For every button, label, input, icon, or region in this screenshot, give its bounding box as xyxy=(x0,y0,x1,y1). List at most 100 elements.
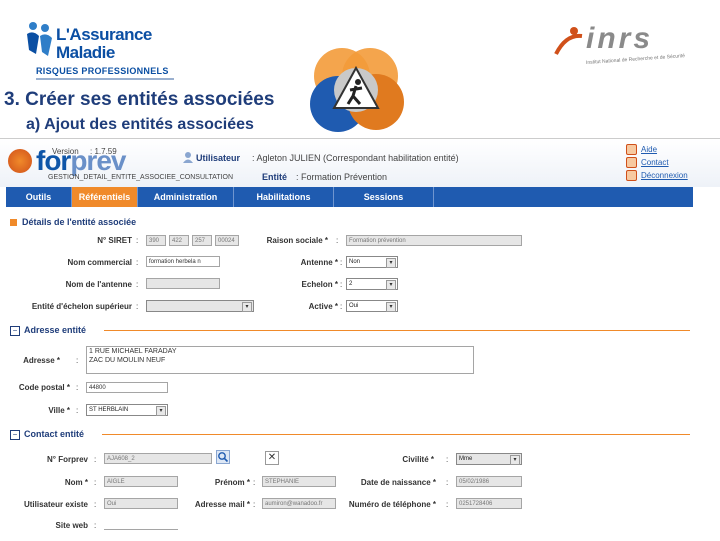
assurance-line1: L'Assurance xyxy=(56,25,152,44)
forprev-input[interactable]: AJA608_2 xyxy=(104,453,212,464)
chevron-down-icon: ▾ xyxy=(386,302,396,312)
chevron-down-icon: ▾ xyxy=(386,258,396,268)
echelon-colon: : xyxy=(340,280,343,289)
ville-select[interactable]: ST HERBLAIN ▾ xyxy=(86,404,168,416)
raison-label: Raison sociale * xyxy=(266,236,328,245)
naissance-label: Date de naissance * xyxy=(360,478,436,487)
search-icon[interactable] xyxy=(216,450,230,464)
menu-administration[interactable]: Administration xyxy=(138,187,234,207)
antenne-label: Antenne * xyxy=(300,258,338,267)
ville-colon: : xyxy=(76,406,79,415)
siret-label: N° SIRET xyxy=(97,236,132,245)
prenom-colon: : xyxy=(253,478,256,487)
details-title: Détails de l'entité associée xyxy=(22,217,137,227)
nom-input[interactable]: AIGLE xyxy=(104,476,178,487)
siret-part3[interactable]: 257 xyxy=(192,235,212,246)
assurance-divider xyxy=(36,78,174,80)
menu-habilitations[interactable]: Habilitations xyxy=(234,187,334,207)
menu-outils[interactable]: Outils xyxy=(6,187,72,207)
app-header: forprev Version : 1.7.59 GESTION_DETAIL_… xyxy=(0,139,720,187)
site-colon: : xyxy=(94,521,97,530)
contact-title: Contact entité xyxy=(24,429,85,439)
menu-referentiels[interactable]: Référentiels xyxy=(72,187,138,207)
civilite-colon: : xyxy=(446,455,449,464)
slide-subtitle: a) Ajout des entités associées xyxy=(26,116,254,133)
civilite-select[interactable]: Mme ▾ xyxy=(456,453,522,465)
siret-part4[interactable]: 00024 xyxy=(215,235,239,246)
assurance-figures-icon xyxy=(27,22,52,56)
entity-value: : Formation Prévention xyxy=(296,172,388,182)
chevron-down-icon: ▾ xyxy=(386,280,396,290)
raison-colon: : xyxy=(336,236,339,245)
tel-input[interactable]: 0251728406 xyxy=(456,498,522,509)
echelon-select[interactable]: 2 ▾ xyxy=(346,278,398,290)
raison-input[interactable]: Formation prévention xyxy=(346,235,522,246)
adresse-colon: : xyxy=(76,356,79,365)
inrs-logo: inrs Institut National de Recherche et d… xyxy=(552,20,692,80)
siret-part1[interactable]: 390 xyxy=(146,235,166,246)
header-links: Aide Contact Déconnexion xyxy=(626,143,688,182)
cp-colon: : xyxy=(76,383,79,392)
chevron-down-icon: ▾ xyxy=(156,406,166,416)
forprev-label: N° Forprev xyxy=(47,455,88,464)
active-colon: : xyxy=(340,302,343,311)
assurance-maladie-logo: L'Assurance Maladie RISQUES PROFESSIONNE… xyxy=(24,18,174,82)
nom-antenne-input[interactable] xyxy=(146,278,220,289)
nom-commercial-input[interactable]: formation herbela n xyxy=(146,256,220,267)
details-bullet-icon xyxy=(10,219,17,226)
entite-sup-select[interactable]: ▾ xyxy=(146,300,254,312)
slide-title: 3. Créer ses entités associées xyxy=(4,89,275,110)
ville-label: Ville * xyxy=(48,406,70,415)
antenne-select[interactable]: Non ▾ xyxy=(346,256,398,268)
inrs-wordmark: inrs xyxy=(586,22,654,55)
nom-antenne-label: Nom de l'antenne xyxy=(65,280,132,289)
mail-input[interactable]: aumiron@wanadoo.fr xyxy=(262,498,336,509)
main-menu: Outils Référentiels Administration Habil… xyxy=(6,187,693,207)
logout-icon xyxy=(626,170,637,181)
prenom-input[interactable]: STEPHANIE xyxy=(262,476,336,487)
clear-icon[interactable]: ✕ xyxy=(265,451,279,465)
help-link[interactable]: Aide xyxy=(626,143,688,156)
siret-part2[interactable]: 422 xyxy=(169,235,189,246)
nom-colon: : xyxy=(94,478,97,487)
assurance-line2: Maladie xyxy=(56,43,115,62)
naissance-colon: : xyxy=(446,478,449,487)
entity-label: Entité xyxy=(262,172,288,182)
util-input[interactable]: Oui xyxy=(104,498,178,509)
tel-colon: : xyxy=(446,500,449,509)
active-label: Active * xyxy=(308,302,338,311)
cp-input[interactable]: 44800 xyxy=(86,382,168,393)
active-select[interactable]: Oui ▾ xyxy=(346,300,398,312)
civilite-label: Civilité * xyxy=(402,455,434,464)
nom-label: Nom * xyxy=(64,478,88,487)
entite-sup-colon: : xyxy=(136,302,139,311)
entite-sup-label: Entité d'échelon supérieur xyxy=(31,302,132,311)
nom-commercial-label: Nom commercial xyxy=(67,258,132,267)
collapse-adresse-icon[interactable]: − xyxy=(10,326,20,336)
user-value: : Agleton JULIEN (Correspondant habilita… xyxy=(252,153,459,163)
echelon-label: Echelon * xyxy=(301,280,338,289)
naissance-input[interactable]: 05/02/1986 xyxy=(456,476,522,487)
forprev-badge-icon xyxy=(8,149,32,173)
tel-label: Numéro de téléphone * xyxy=(348,500,436,509)
nom-antenne-colon: : xyxy=(136,280,139,289)
site-input[interactable] xyxy=(104,519,178,530)
screen-id: GESTION_DETAIL_ENTITE_ASSOCIEE_CONSULTAT… xyxy=(48,174,234,181)
version-value: : 1.7.59 xyxy=(90,147,117,156)
user-label: Utilisateur xyxy=(196,153,241,163)
menu-sessions[interactable]: Sessions xyxy=(334,187,434,207)
mail-colon: : xyxy=(253,500,256,509)
collapse-contact-icon[interactable]: − xyxy=(10,430,20,440)
prenom-label: Prénom * xyxy=(214,478,250,487)
contact-divider xyxy=(102,434,690,435)
nom-commercial-colon: : xyxy=(136,258,139,267)
adresse-textarea[interactable]: 1 RUE MICHAEL FARADAY ZAC DU MOULIN NEUF xyxy=(86,346,474,374)
inrs-mark-icon xyxy=(554,27,583,55)
util-label: Utilisateur existe xyxy=(23,500,88,509)
help-icon xyxy=(626,144,637,155)
util-colon: : xyxy=(94,500,97,509)
antenne-colon: : xyxy=(340,258,343,267)
contact-link[interactable]: Contact xyxy=(626,156,688,169)
site-label: Site web xyxy=(55,521,88,530)
logout-link[interactable]: Déconnexion xyxy=(626,169,688,182)
